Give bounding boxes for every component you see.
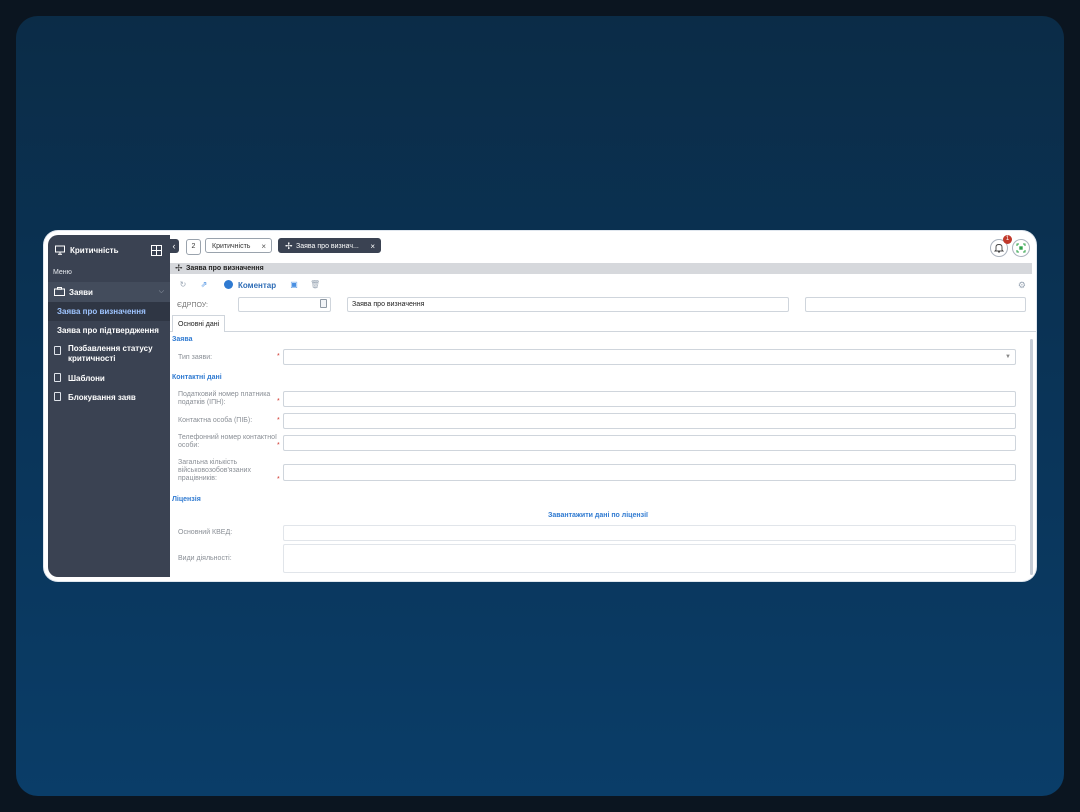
chevron-down-icon: ⌵ <box>158 288 164 295</box>
gear-icon[interactable]: ⚙ <box>1018 280 1026 291</box>
chevron-down-icon: ▼ <box>1005 354 1011 360</box>
tab-strip-border <box>170 331 1036 332</box>
sidebar-item-label: Позбавлення статусу критичності <box>68 344 153 363</box>
required-marker: * <box>277 398 280 405</box>
layout-toggle-icon[interactable] <box>151 245 162 256</box>
window-title: Заява про визначення <box>186 265 264 272</box>
refresh-icon[interactable]: ↻ <box>178 280 188 290</box>
menu-label: Меню <box>53 269 72 276</box>
request-type-display[interactable]: Заява про визначення <box>347 297 789 312</box>
app-title: Критичність <box>70 246 119 255</box>
scrollbar-thumb[interactable] <box>1030 339 1033 575</box>
collapse-sidebar-button[interactable]: ‹ <box>169 239 179 253</box>
tax-number-label: Податковий номер платника податків (ІПН)… <box>178 391 271 406</box>
contact-person-field[interactable] <box>283 413 1016 429</box>
app-window: Критичність Меню Заяви ⌵ Заява про визна… <box>44 231 1036 581</box>
close-icon[interactable]: × <box>370 239 375 254</box>
contact-phone-field[interactable] <box>283 435 1016 451</box>
tab-label: Заява про визнач... <box>296 243 359 250</box>
activities-label: Види діяльності: <box>178 555 232 562</box>
delete-icon[interactable]: 🗑 <box>310 280 320 290</box>
sidebar-group-label: Заяви <box>69 288 93 297</box>
section-request: Заява <box>172 336 193 343</box>
document-icon <box>54 346 61 355</box>
contact-phone-label: Телефонний номер контактної особи: <box>178 434 277 449</box>
top-bar: ‹ 2 Критичність × ✢ Заява про визнач... … <box>169 231 1036 261</box>
notification-badge: 1 <box>1003 235 1012 244</box>
section-contacts: Контактні дані <box>172 374 222 381</box>
required-marker: * <box>277 353 280 360</box>
main-kved-field[interactable] <box>283 525 1016 541</box>
sidebar-item-templates[interactable]: Шаблони <box>48 369 170 388</box>
move-icon[interactable]: ✢ <box>175 264 183 273</box>
request-type-label: Тип заяви: <box>178 354 213 361</box>
required-marker: * <box>277 442 280 449</box>
window-titlebar: ✢ Заява про визначення <box>170 263 1032 274</box>
tab-criticality[interactable]: Критичність × <box>205 238 272 253</box>
sidebar-item-definition-request[interactable]: Заява про визначення <box>48 302 170 321</box>
contact-person-label: Контактна особа (ПІБ): <box>178 417 253 424</box>
conscripts-count-field[interactable] <box>283 464 1016 481</box>
document-icon <box>54 392 61 401</box>
request-type-select[interactable]: ▼ <box>283 349 1016 365</box>
save-icon[interactable]: ▣ <box>289 280 299 290</box>
tax-number-field[interactable] <box>283 391 1016 407</box>
sidebar-item-label: Блокування заяв <box>68 393 136 402</box>
document-icon <box>54 373 61 382</box>
section-license: Ліцензія <box>172 496 201 503</box>
toolbar: ↻ ⇗ Коментар ▣ 🗑 ⚙ <box>170 277 1036 293</box>
move-icon: ✢ <box>285 241 293 251</box>
sidebar-item-blocking[interactable]: Блокування заяв <box>48 388 170 407</box>
tab-definition-request[interactable]: ✢ Заява про визнач... × <box>278 238 381 253</box>
main-area: ‹ 2 Критичність × ✢ Заява про визнач... … <box>169 231 1036 581</box>
sidebar-item-label: Заява про підтвердження <box>57 326 159 335</box>
sidebar-header: Критичність <box>48 235 170 265</box>
sidebar-item-label: Заява про визначення <box>57 307 146 316</box>
fullscreen-icon[interactable] <box>1012 239 1030 257</box>
comment-button[interactable]: Коментар <box>238 281 276 290</box>
document-icon[interactable] <box>320 299 328 309</box>
sidebar: Критичність Меню Заяви ⌵ Заява про визна… <box>48 235 170 577</box>
sidebar-item-label: Шаблони <box>68 374 105 383</box>
tab-main-data[interactable]: Основні дані <box>172 315 226 332</box>
edrpou-label: ЄДРПОУ: <box>177 302 209 309</box>
sidebar-group-requests[interactable]: Заяви ⌵ <box>48 282 170 302</box>
extra-header-field[interactable] <box>805 297 1026 312</box>
load-license-data-link[interactable]: Завантажити дані по ліцензії <box>548 512 648 519</box>
form-scrollbar[interactable] <box>1030 339 1034 575</box>
close-icon[interactable]: × <box>261 239 266 254</box>
main-kved-label: Основний КВЕД: <box>178 529 233 536</box>
required-marker: * <box>277 476 280 483</box>
activities-field[interactable] <box>283 544 1016 573</box>
open-tabs-count[interactable]: 2 <box>186 239 201 255</box>
tab-label: Критичність <box>212 243 251 250</box>
briefcase-icon <box>54 287 65 296</box>
sidebar-item-confirmation-request[interactable]: Заява про підтвердження <box>48 321 170 340</box>
edrpou-input[interactable] <box>238 297 331 312</box>
conscripts-count-label: Загальна кількість військовозобов'язаних… <box>178 459 251 482</box>
required-marker: * <box>277 417 280 424</box>
comment-icon[interactable] <box>224 280 233 289</box>
open-external-icon[interactable]: ⇗ <box>199 280 209 290</box>
sidebar-item-status-revocation[interactable]: Позбавлення статусу критичності <box>48 341 170 367</box>
monitor-icon <box>55 245 65 255</box>
